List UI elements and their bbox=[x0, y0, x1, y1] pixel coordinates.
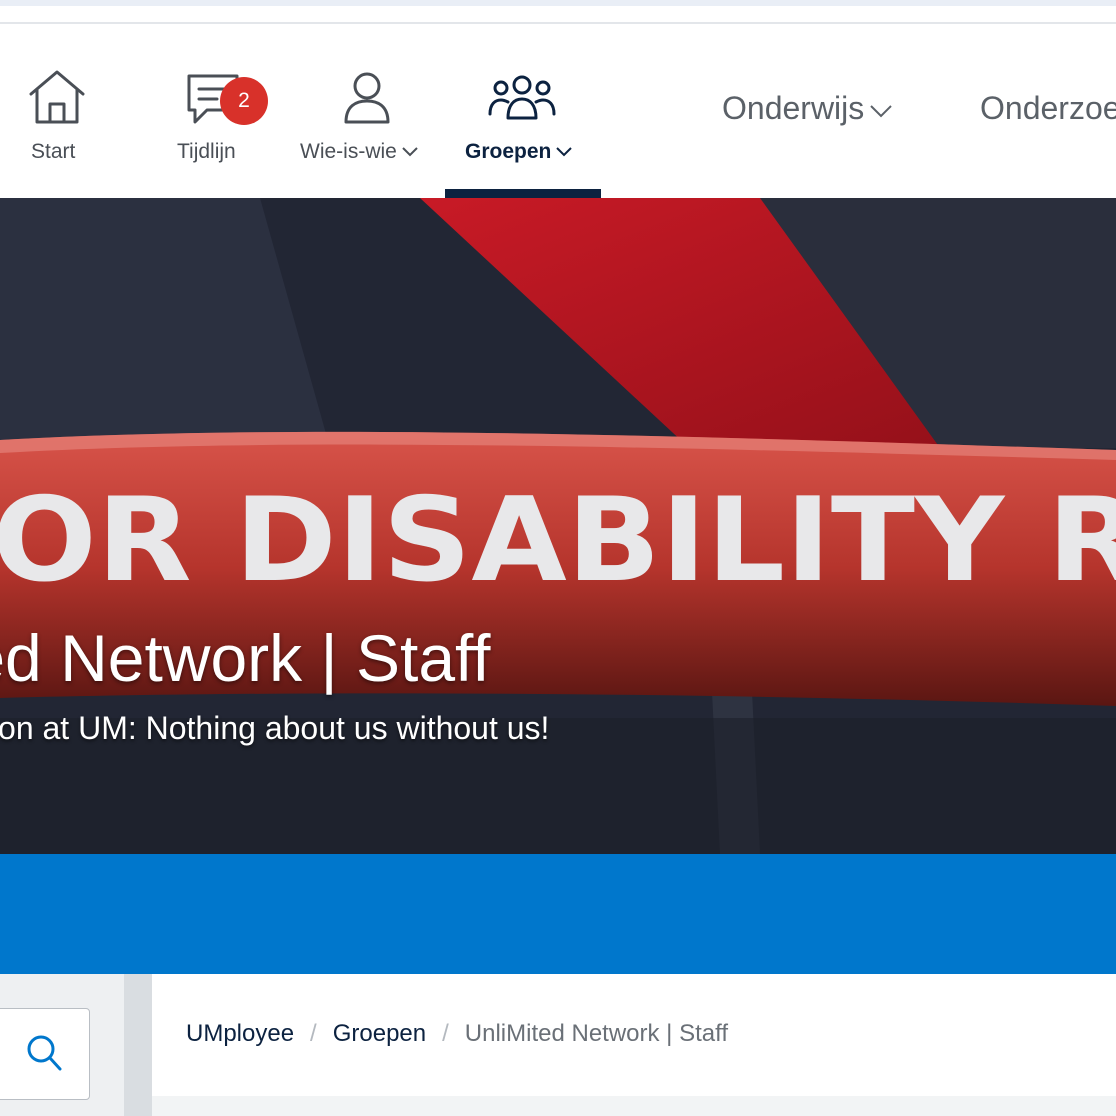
nav-wie-is-wie[interactable]: Wie-is-wie bbox=[292, 24, 442, 198]
nav-label-groepen-wrap: Groepen bbox=[465, 140, 573, 164]
breadcrumb: UMployee / Groepen / UnliMited Network | Sta… bbox=[186, 1020, 728, 1048]
breadcrumb-current: UnliMited Network | Staff bbox=[464, 1020, 729, 1047]
hero-photo: OR DISABILITY R bbox=[0, 198, 1116, 854]
search-icon bbox=[27, 1035, 62, 1071]
nav-start[interactable]: Start bbox=[0, 24, 112, 198]
group-title: ted Network | Staff bbox=[0, 621, 491, 695]
nav-label-tijdlijn: Tijdlijn bbox=[177, 140, 236, 163]
groups-icon bbox=[488, 74, 556, 125]
menu-onderzoek-label: Onderzoe bbox=[980, 90, 1116, 126]
notification-badge: 2 bbox=[220, 77, 268, 125]
menu-onderwijs-label: Onderwijs bbox=[722, 90, 865, 126]
nav-label-groepen: Groepen bbox=[465, 140, 552, 163]
menu-onderzoek[interactable]: Onderzoe bbox=[980, 90, 1116, 127]
group-subtitle: lusion at UM: Nothing about us without u… bbox=[0, 710, 550, 746]
group-hero-banner: OR DISABILITY R ted Network | Staff lusi… bbox=[0, 198, 1116, 854]
breadcrumb-groepen[interactable]: Groepen bbox=[333, 1020, 426, 1047]
sidebar-divider bbox=[124, 974, 152, 1116]
group-tabs-bar bbox=[0, 854, 1116, 974]
content-panel bbox=[152, 1096, 1116, 1116]
active-tab-indicator bbox=[445, 189, 601, 198]
breadcrumb-umployee[interactable]: UMployee bbox=[186, 1020, 294, 1047]
person-icon bbox=[342, 70, 392, 131]
nav-label-start: Start bbox=[31, 140, 76, 163]
menu-onderwijs[interactable]: Onderwijs bbox=[722, 90, 894, 127]
banner-text: OR DISABILITY R bbox=[0, 473, 1116, 608]
main-navbar: Start Tijdlijn 2 Wie-is-wie Groepen Onde… bbox=[0, 24, 1116, 198]
nav-groepen[interactable]: Groepen bbox=[445, 24, 601, 198]
browser-top-strip bbox=[0, 0, 1116, 6]
breadcrumb-separator: / bbox=[310, 1020, 317, 1047]
search-button[interactable] bbox=[0, 1008, 90, 1100]
nav-label-wie-is-wie: Wie-is-wie bbox=[300, 140, 397, 163]
nav-label-wie-is-wie-wrap: Wie-is-wie bbox=[300, 140, 419, 164]
chevron-down-icon bbox=[402, 147, 418, 157]
chevron-down-icon bbox=[556, 147, 573, 157]
breadcrumb-separator: / bbox=[442, 1020, 449, 1047]
home-icon bbox=[27, 68, 87, 131]
chevron-down-icon bbox=[870, 104, 892, 117]
